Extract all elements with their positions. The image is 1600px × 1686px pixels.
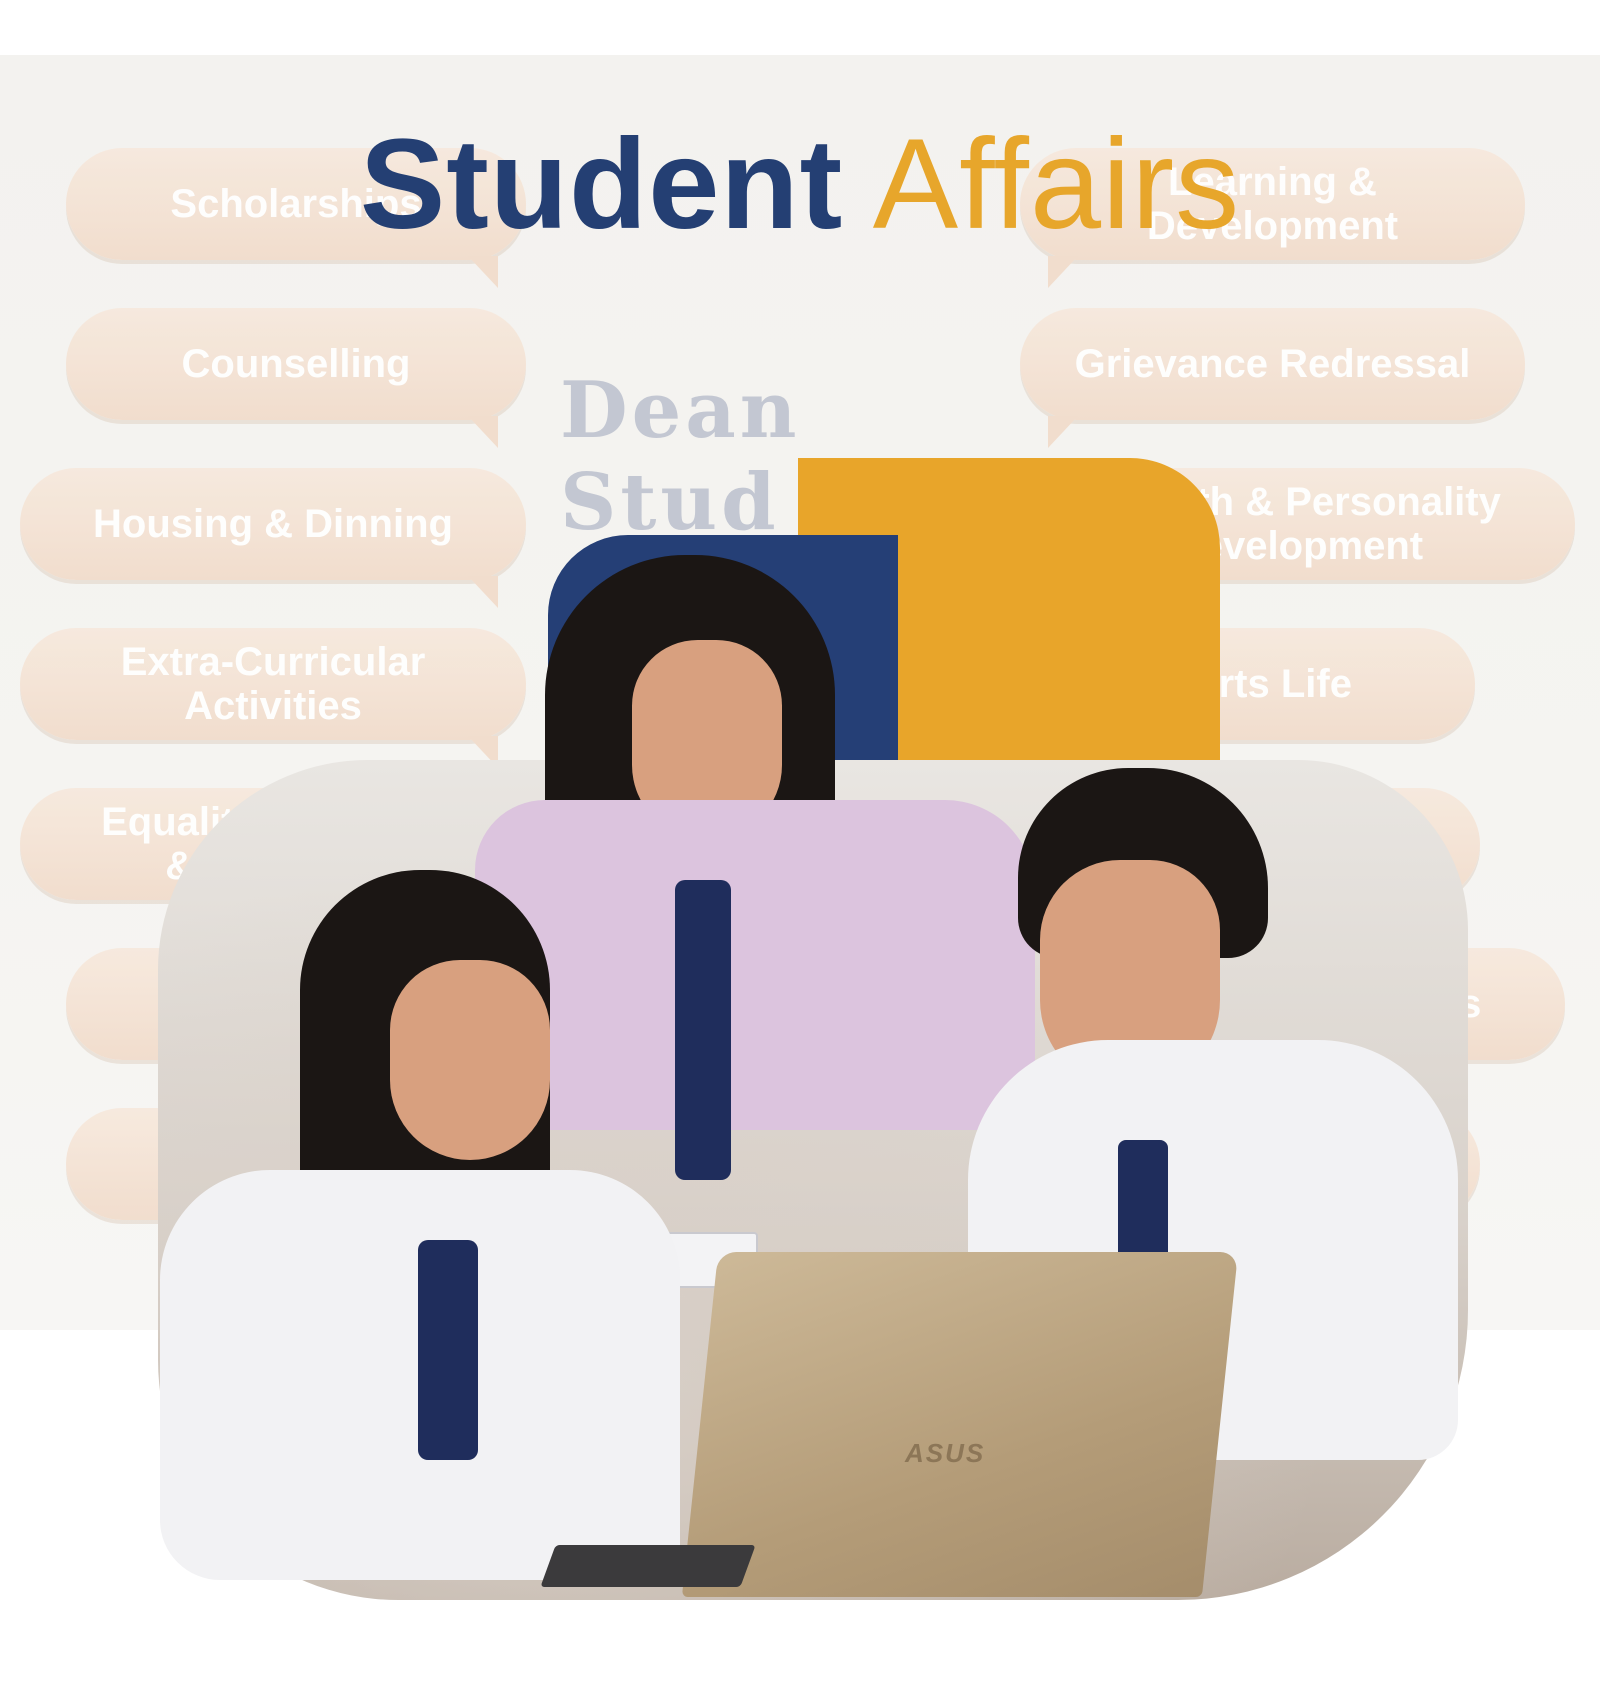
speech-bubble-tail — [468, 576, 498, 608]
title-word-affairs: Affairs — [872, 113, 1241, 256]
laptop-keyboard — [540, 1545, 756, 1587]
service-pill: Extra-Curricular Activities — [20, 628, 526, 768]
speech-bubble-tail — [468, 416, 498, 448]
laptop-brand-logo: ASUS — [905, 1438, 986, 1468]
speech-bubble-tail — [1048, 416, 1078, 448]
service-pill-label: Extra-Curricular Activities — [120, 640, 426, 728]
speech-bubble-tail — [468, 256, 498, 288]
service-pill-label: Housing & Dinning — [93, 502, 453, 546]
seated-left-face — [390, 960, 550, 1160]
seated-left-tie — [418, 1240, 478, 1460]
dean-background-text: Dean Stud — [560, 365, 801, 548]
page-title: Student Affairs — [0, 110, 1600, 260]
service-pill-label: Grievance Redressal — [1074, 342, 1471, 386]
standing-student-shirt — [475, 800, 1035, 1130]
seated-right-tie — [1118, 1140, 1168, 1260]
service-pill: Counselling — [66, 308, 526, 448]
laptop — [681, 1252, 1239, 1597]
service-pill: Housing & Dinning — [20, 468, 526, 608]
speech-bubble-tail — [1048, 256, 1078, 288]
title-word-student: Student — [359, 113, 844, 256]
service-pill: Grievance Redressal — [1020, 308, 1525, 448]
standing-student-tie — [675, 880, 731, 1180]
service-pill-label: Counselling — [181, 342, 411, 386]
student-affairs-banner: Dean Stud Scholarships Counselling Housing… — [0, 0, 1600, 1686]
